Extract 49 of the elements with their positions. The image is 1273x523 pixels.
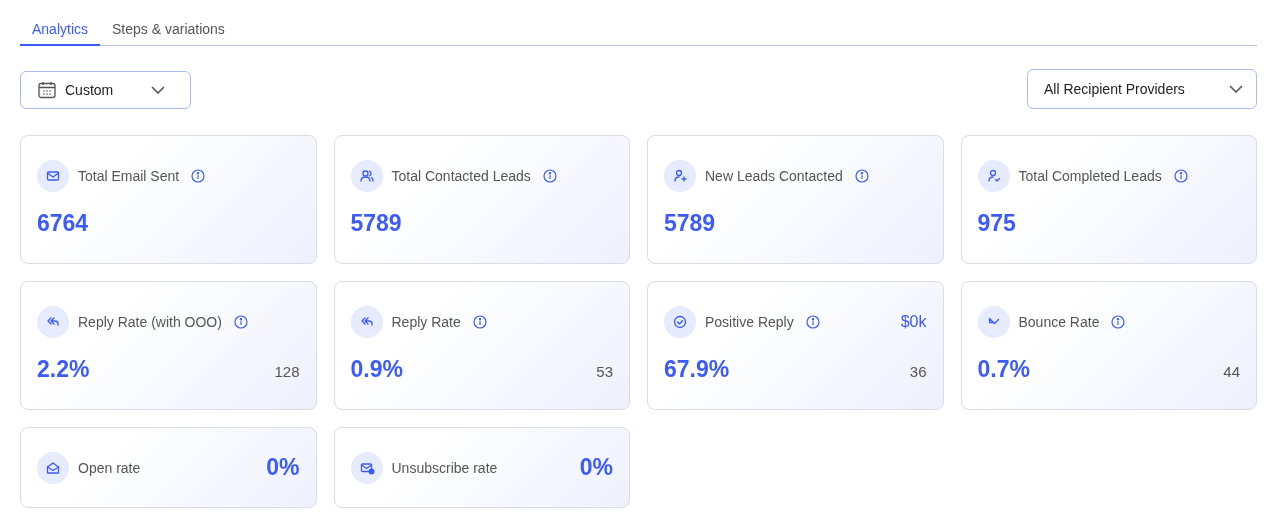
date-range-dropdown[interactable]: Custom [20, 71, 191, 109]
stat-count: 128 [274, 363, 300, 380]
stat-label: Unsubscribe rate [391, 459, 498, 476]
info-icon[interactable] [191, 169, 206, 183]
reply-all-icon [37, 306, 69, 338]
stat-value: 2.2% [37, 356, 90, 383]
calendar-icon [37, 80, 57, 100]
mail-open-icon [37, 451, 69, 484]
info-icon[interactable] [1111, 315, 1126, 329]
stat-label: Bounce Rate [1018, 314, 1100, 330]
stat-value: 5789 [350, 210, 402, 237]
stat-label: Reply Rate (with OOO) [78, 314, 222, 330]
mail-icon [37, 160, 69, 192]
stat-label: Positive Reply [705, 314, 794, 330]
stat-label: Open rate [78, 459, 141, 476]
stat-label: Total Contacted Leads [391, 168, 531, 184]
user-plus-icon [664, 160, 696, 192]
info-icon[interactable] [472, 315, 487, 329]
info-icon[interactable] [233, 315, 248, 329]
stat-label: Total Completed Leads [1018, 168, 1162, 184]
tab[interactable]: Steps & variations [100, 14, 237, 46]
user-check-icon [977, 160, 1010, 192]
mail-minus-icon [350, 451, 383, 484]
reply-all-icon [350, 306, 383, 338]
stat-value: 0% [579, 454, 613, 481]
info-icon[interactable] [854, 169, 869, 183]
chevron-down-icon [1229, 85, 1243, 93]
info-icon[interactable] [542, 169, 557, 183]
stat-label: New Leads Contacted [705, 168, 843, 184]
tab[interactable]: Analytics [20, 14, 101, 46]
stat-value: 0.7% [977, 356, 1030, 383]
revenue-value: $0k [900, 313, 927, 331]
stat-value: 5789 [664, 210, 716, 237]
info-icon[interactable] [805, 315, 820, 329]
stat-count: 36 [909, 363, 927, 380]
info-icon[interactable] [1173, 169, 1188, 183]
stat-count: 53 [596, 363, 613, 380]
stat-value: 67.9% [664, 356, 730, 383]
stat-value: 0% [266, 454, 300, 481]
stat-value: 0.9% [350, 356, 403, 383]
stat-count: 44 [1223, 363, 1240, 380]
provider-dropdown[interactable]: All Recipient Providers [1027, 69, 1257, 109]
stat-label: Reply Rate [391, 314, 461, 330]
stat-value: 6764 [37, 210, 89, 237]
users-icon [350, 160, 383, 192]
stat-label: Total Email Sent [78, 168, 180, 184]
chevron-down-icon [151, 86, 165, 94]
stat-value: 975 [977, 210, 1016, 237]
check-circle-icon [664, 306, 696, 338]
